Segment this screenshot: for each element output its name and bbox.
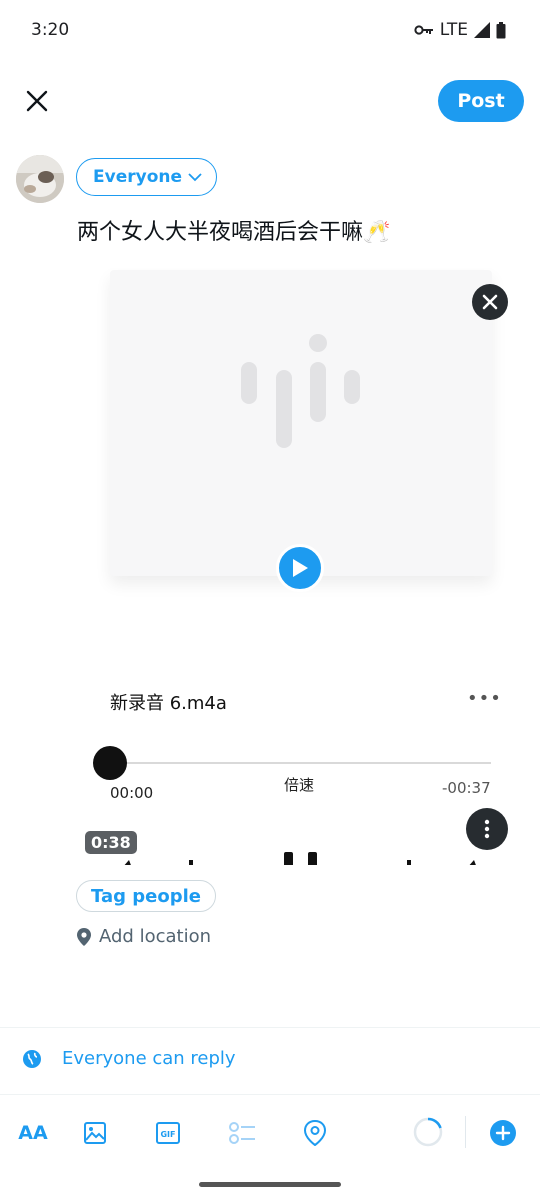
progress-knob xyxy=(93,746,127,780)
close-button[interactable] xyxy=(22,86,52,116)
poll-button[interactable] xyxy=(227,1118,257,1148)
tag-people-button[interactable]: Tag people xyxy=(76,880,216,912)
add-location-label: Add location xyxy=(99,926,211,947)
gif-icon: GIF xyxy=(156,1122,180,1144)
location-pin-icon xyxy=(77,927,91,946)
player-controls-icon xyxy=(124,852,476,865)
progress-ring-icon xyxy=(413,1117,443,1147)
image-button[interactable] xyxy=(80,1118,110,1148)
divider xyxy=(0,1094,540,1095)
toolbar-divider xyxy=(465,1116,466,1148)
chevron-down-icon xyxy=(188,172,202,181)
battery-icon xyxy=(496,21,506,39)
text-size-button[interactable]: AA xyxy=(16,1118,50,1148)
vpn-key-icon xyxy=(414,24,434,36)
close-icon xyxy=(26,90,48,112)
reply-setting-label: Everyone can reply xyxy=(62,1048,236,1069)
more-options-dots: ••• xyxy=(467,688,502,709)
post-button[interactable]: Post xyxy=(438,80,524,122)
add-location-button[interactable]: Add location xyxy=(77,926,211,947)
close-icon xyxy=(482,294,498,310)
vertical-dots-icon xyxy=(484,819,490,839)
audio-file-name: 新录音 6.m4a xyxy=(110,693,227,714)
play-icon xyxy=(293,559,308,577)
divider xyxy=(0,1027,540,1028)
character-count-ring xyxy=(412,1116,444,1148)
time-elapsed: 00:00 xyxy=(110,784,154,802)
avatar[interactable] xyxy=(16,155,64,203)
audio-artwork xyxy=(110,270,492,576)
time-remaining: -00:37 xyxy=(442,779,491,797)
remove-media-button[interactable] xyxy=(472,284,508,320)
image-icon xyxy=(84,1122,106,1144)
status-time: 3:20 xyxy=(31,20,70,40)
media-attachment[interactable]: 新录音 6.m4a ••• 00:00 倍速 -00:37 0:38 xyxy=(77,268,524,865)
plus-circle-icon xyxy=(490,1120,516,1146)
waveform-icon xyxy=(241,334,360,448)
home-indicator[interactable] xyxy=(199,1182,341,1187)
signal-icon xyxy=(474,22,490,38)
audience-label: Everyone xyxy=(93,167,183,187)
reply-setting-button[interactable]: Everyone can reply xyxy=(22,1048,236,1069)
audience-selector[interactable]: Everyone xyxy=(76,158,218,196)
gif-label: GIF xyxy=(160,1130,175,1139)
location-button[interactable] xyxy=(300,1118,330,1148)
globe-icon xyxy=(23,1049,41,1068)
tweet-text[interactable]: 两个女人大半夜喝酒后会干嘛🥂 xyxy=(77,214,390,246)
compose-toolbar: AA GIF xyxy=(0,1110,540,1156)
location-icon xyxy=(304,1120,326,1146)
add-thread-button[interactable] xyxy=(488,1118,518,1148)
status-indicators: LTE xyxy=(414,20,506,40)
play-button[interactable] xyxy=(276,544,324,592)
status-bar: 3:20 LTE xyxy=(0,0,540,62)
poll-icon xyxy=(229,1122,255,1144)
progress-track xyxy=(105,762,491,764)
media-options-button[interactable] xyxy=(466,808,508,850)
text-size-icon: AA xyxy=(18,1122,48,1144)
speed-label: 倍速 xyxy=(284,776,315,794)
gif-button[interactable]: GIF xyxy=(153,1118,183,1148)
network-type: LTE xyxy=(439,20,468,40)
